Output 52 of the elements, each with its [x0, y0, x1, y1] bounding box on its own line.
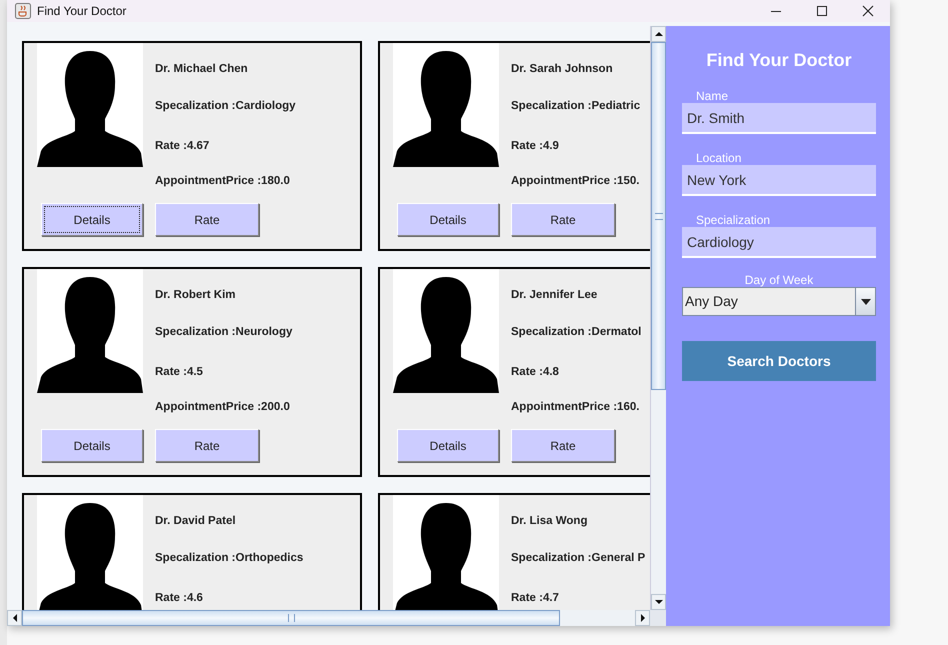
search-button[interactable]: Search Doctors — [682, 341, 876, 381]
left-arrow-icon[interactable] — [10, 614, 18, 622]
vertical-scrollbar[interactable] — [650, 26, 666, 610]
text-field[interactable]: Cardiology — [682, 227, 876, 258]
rating-text: Rate :4.6 — [155, 591, 204, 605]
doctor-name: Dr. Sarah Johnson — [511, 62, 614, 76]
coffee-cup-icon — [15, 3, 31, 19]
specialization-text: Specalization :Orthopedics — [155, 551, 304, 565]
details-button[interactable]: Details — [41, 429, 143, 462]
field-label: Location — [695, 151, 742, 165]
rating-text: Rate :4.7 — [511, 591, 560, 605]
maximize-icon[interactable] — [816, 5, 828, 17]
doctor-name: Dr. Michael Chen — [155, 62, 249, 76]
rating-text: Rate :4.5 — [155, 365, 204, 379]
price-text: AppointmentPrice :150. — [511, 174, 640, 188]
specialization-text: Specalization :Dermatol — [511, 325, 642, 339]
details-button[interactable]: Details — [397, 429, 499, 462]
doctor-name: Dr. Lisa Wong — [511, 514, 588, 528]
price-text: AppointmentPrice :160. — [511, 400, 640, 414]
caret-down-icon[interactable] — [860, 298, 870, 304]
down-arrow-icon[interactable] — [654, 598, 662, 606]
specialization-text: Specalization :Neurology — [155, 325, 292, 339]
details-button[interactable]: Details — [397, 203, 499, 236]
specialization-text: Specalization :Pediatric — [511, 99, 640, 113]
window-title: Find Your Doctor — [37, 4, 126, 18]
doctor-name: Dr. David Patel — [155, 514, 237, 528]
rate-button[interactable]: Rate — [155, 203, 259, 236]
doctor-name: Dr. Jennifer Lee — [511, 288, 598, 302]
text-field[interactable]: New York — [682, 165, 876, 196]
rating-text: Rate :4.9 — [511, 139, 560, 153]
details-button[interactable]: Details — [41, 203, 143, 236]
field-label: Day of Week — [744, 273, 814, 287]
horizontal-scrollbar[interactable] — [7, 610, 650, 626]
day-dropdown[interactable]: Any Day — [682, 287, 876, 316]
price-text: AppointmentPrice :200.0 — [155, 400, 291, 414]
rate-button[interactable]: Rate — [155, 429, 259, 462]
text-field[interactable]: Dr. Smith — [682, 103, 876, 134]
specialization-text: Specalization :Cardiology — [155, 99, 296, 113]
doctor-name: Dr. Robert Kim — [155, 288, 237, 302]
field-label: Specialization — [695, 213, 772, 227]
rate-button[interactable]: Rate — [511, 429, 615, 462]
up-arrow-icon[interactable] — [654, 30, 662, 38]
scrollbar-corner — [650, 610, 666, 626]
rating-text: Rate :4.67 — [155, 139, 210, 153]
specialization-text: Specalization :General P — [511, 551, 646, 565]
close-icon[interactable] — [862, 5, 874, 17]
field-label: Name — [695, 89, 730, 103]
rating-text: Rate :4.8 — [511, 365, 560, 379]
rate-button[interactable]: Rate — [511, 203, 615, 236]
panel-title: Find Your Doctor — [705, 49, 853, 71]
right-arrow-icon[interactable] — [638, 614, 646, 622]
price-text: AppointmentPrice :180.0 — [155, 174, 291, 188]
